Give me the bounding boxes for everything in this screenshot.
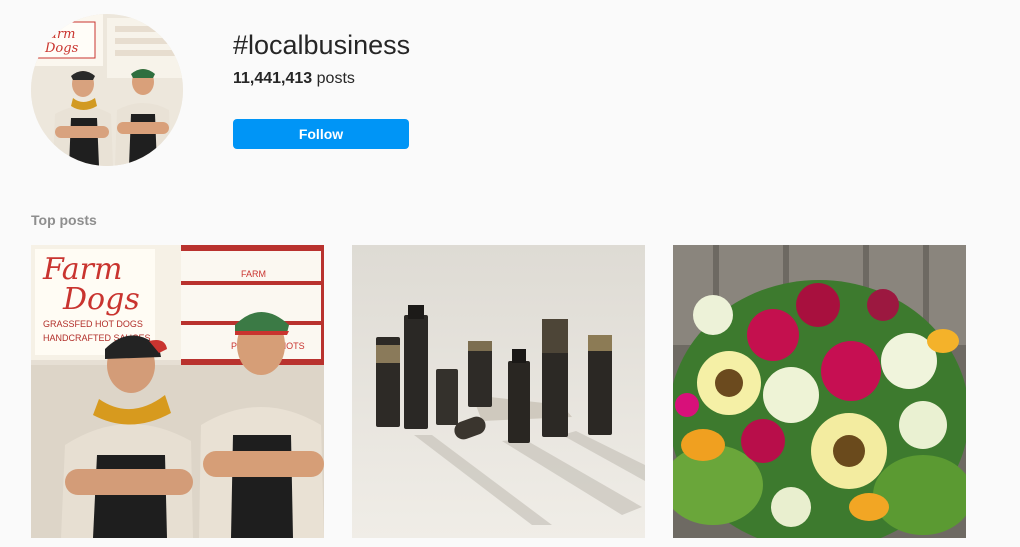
menu-header: FARM [241, 269, 266, 279]
product-bottles-photo [352, 245, 645, 538]
sign-dogs: Dogs [62, 282, 140, 317]
farm-dogs-photo: Farm Dogs GRASSFED HOT DOGS HANDCRAFTED … [31, 245, 324, 538]
sign-text: GRASSFED HOT DOGS [43, 319, 143, 329]
post-tile-bottles[interactable] [352, 245, 645, 538]
hashtag-avatar: Farm Dogs [31, 14, 183, 166]
hashtag-header: #localbusiness 11,441,413 posts [233, 28, 410, 90]
flower-bouquet-photo [673, 245, 966, 538]
post-count: 11,441,413 [233, 70, 313, 87]
hashtag-title: #localbusiness [233, 30, 411, 60]
post-tile-flowers[interactable] [673, 245, 966, 538]
follow-button[interactable]: Follow [233, 119, 409, 149]
post-count-suffix: posts [312, 70, 355, 87]
avatar-photo: Farm Dogs [31, 14, 183, 166]
svg-text:Farm: Farm [40, 27, 75, 42]
svg-text:Dogs: Dogs [44, 41, 79, 56]
top-posts-label: Top posts [31, 212, 97, 228]
post-count-line: 11,441,413 posts [233, 68, 410, 90]
post-tile-farm-dogs[interactable]: Farm Dogs GRASSFED HOT DOGS HANDCRAFTED … [31, 245, 324, 538]
